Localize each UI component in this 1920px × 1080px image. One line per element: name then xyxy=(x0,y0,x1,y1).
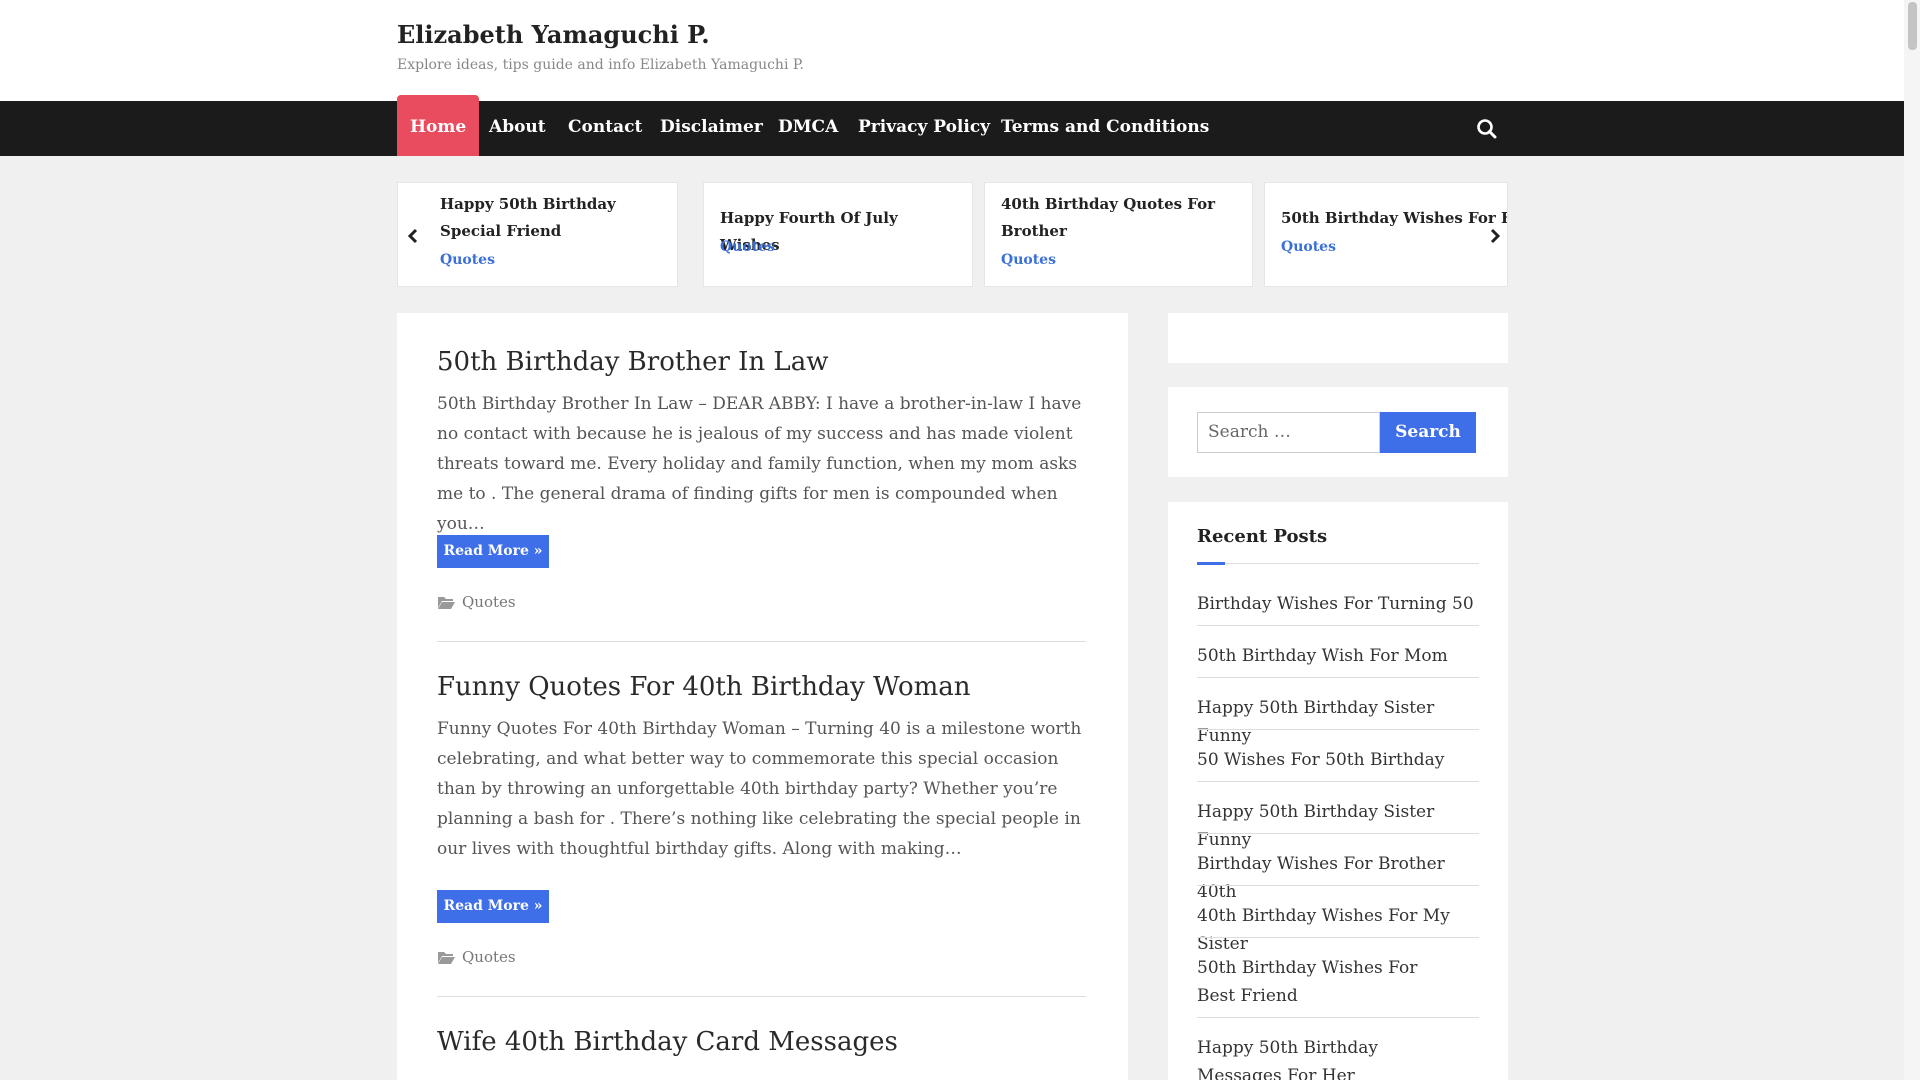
heading-accent xyxy=(1197,562,1225,565)
recent-post-link[interactable]: Happy 50th Birthday Messages For Her xyxy=(1197,1034,1467,1080)
scrollbar-thumb[interactable] xyxy=(1908,2,1917,50)
nav-item-dmca[interactable]: DMCA xyxy=(778,101,838,156)
search-icon[interactable] xyxy=(1476,118,1498,140)
recent-post-divider xyxy=(1197,885,1479,886)
site-description: Explore ideas, tips guide and info Eliza… xyxy=(397,57,804,73)
featured-ticker: Happy 50th Birthday Special Friend Quote… xyxy=(397,182,1508,287)
recent-post-divider xyxy=(1197,1017,1479,1018)
recent-post-divider xyxy=(1197,625,1479,626)
recent-post-divider xyxy=(1197,677,1479,678)
nav-item-disclaimer[interactable]: Disclaimer xyxy=(660,101,763,156)
recent-post-divider xyxy=(1197,937,1479,938)
ticker-category[interactable]: Quotes xyxy=(1281,239,1336,255)
ticker-card[interactable]: 50th Birthday Wishes For Her Quotes xyxy=(1264,182,1508,287)
ticker-title[interactable]: Happy 50th Birthday Special Friend xyxy=(440,191,670,245)
recent-post-divider xyxy=(1197,781,1479,782)
recent-posts-heading: Recent Posts xyxy=(1197,526,1328,547)
site-header: Elizabeth Yamaguchi P. Explore ideas, ti… xyxy=(0,0,1904,101)
chevron-left-icon[interactable] xyxy=(403,226,423,246)
sidebar-empty-widget xyxy=(1168,313,1508,363)
recent-post-link[interactable]: Birthday Wishes For Brother 40th xyxy=(1197,850,1479,906)
recent-post-link[interactable]: Happy 50th Birthday Sister Funny xyxy=(1197,694,1479,750)
nav-item-about[interactable]: About xyxy=(489,101,546,156)
post-divider xyxy=(437,996,1086,997)
read-more-button[interactable]: Read More » xyxy=(437,535,549,568)
nav-item-contact[interactable]: Contact xyxy=(568,101,642,156)
recent-post-divider xyxy=(1197,833,1479,834)
post-title[interactable]: 50th Birthday Brother In Law xyxy=(437,347,828,377)
folder-open-icon xyxy=(438,952,455,964)
recent-post-link[interactable]: Birthday Wishes For Turning 50 xyxy=(1197,590,1479,618)
post-category: Quotes xyxy=(437,593,516,611)
recent-post-link[interactable]: 40th Birthday Wishes For My Sister xyxy=(1197,902,1479,958)
recent-post-link[interactable]: 50th Birthday Wishes For Best Friend xyxy=(1197,954,1447,1010)
chevron-right-icon[interactable] xyxy=(1485,226,1505,246)
nav-item-privacy-policy[interactable]: Privacy Policy xyxy=(858,101,990,156)
ticker-category[interactable]: Quotes xyxy=(1001,252,1056,268)
post-divider xyxy=(437,641,1086,642)
main-navigation: Home About Contact Disclaimer DMCA Priva… xyxy=(0,95,1904,156)
recent-posts-widget: Recent Posts Birthday Wishes For Turning… xyxy=(1168,502,1508,1080)
nav-item-home[interactable]: Home xyxy=(397,95,480,156)
recent-post-divider xyxy=(1197,729,1479,730)
ticker-title[interactable]: 40th Birthday Quotes For Brother xyxy=(1001,191,1241,245)
post-excerpt: Funny Quotes For 40th Birthday Woman – T… xyxy=(437,719,1082,859)
ticker-category[interactable]: Quotes xyxy=(440,252,495,268)
ticker-title[interactable]: 50th Birthday Wishes For Her xyxy=(1281,205,1507,232)
site-title[interactable]: Elizabeth Yamaguchi P. xyxy=(397,20,710,49)
search-button[interactable]: Search xyxy=(1380,412,1476,453)
post-category-link[interactable]: Quotes xyxy=(462,948,516,966)
post-title[interactable]: Funny Quotes For 40th Birthday Woman xyxy=(437,672,971,702)
ticker-category[interactable]: Quotes xyxy=(720,239,775,255)
search-input[interactable]: Search … xyxy=(1197,412,1380,453)
post-category-link[interactable]: Quotes xyxy=(462,593,516,611)
recent-post-link[interactable]: 50th Birthday Wish For Mom xyxy=(1197,642,1479,670)
recent-post-link[interactable]: 50 Wishes For 50th Birthday xyxy=(1197,746,1479,774)
recent-post-link[interactable]: Happy 50th Birthday Sister Funny xyxy=(1197,798,1479,854)
post-title[interactable]: Wife 40th Birthday Card Messages xyxy=(437,1027,898,1057)
folder-open-icon xyxy=(438,597,455,609)
heading-underline xyxy=(1197,563,1479,564)
ticker-card[interactable]: Happy Fourth Of July Wishes Quotes xyxy=(703,182,973,287)
post-category: Quotes xyxy=(437,948,516,966)
posts-list: 50th Birthday Brother In Law 50th Birthd… xyxy=(397,313,1128,1080)
ticker-card[interactable]: Happy 50th Birthday Special Friend Quote… xyxy=(397,182,678,287)
search-widget: Search … Search xyxy=(1168,387,1508,477)
ticker-card[interactable]: 40th Birthday Quotes For Brother Quotes xyxy=(984,182,1253,287)
post-excerpt: 50th Birthday Brother In Law – DEAR ABBY… xyxy=(437,394,1082,534)
nav-item-terms[interactable]: Terms and Conditions xyxy=(1001,101,1209,156)
read-more-button[interactable]: Read More » xyxy=(437,890,549,923)
page-scrollbar[interactable] xyxy=(1904,0,1920,1080)
